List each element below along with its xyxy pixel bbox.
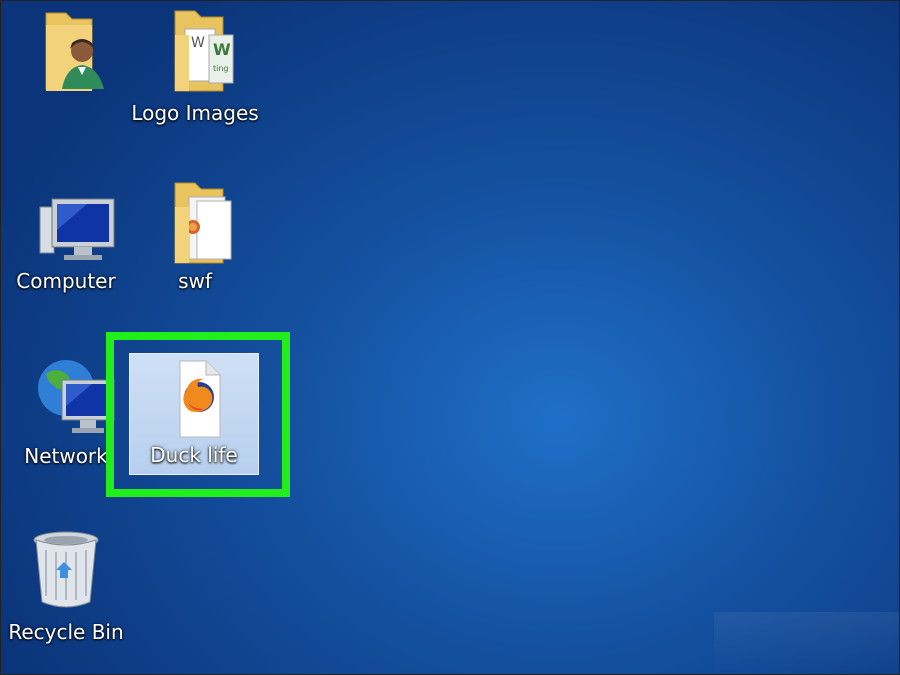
desktop-icon-swf[interactable]: swf (130, 179, 260, 293)
icon-label: Duck life (150, 443, 238, 467)
svg-text:ting: ting (213, 64, 229, 73)
computer-icon (39, 198, 115, 260)
firefox-file-icon (179, 360, 221, 438)
desktop-icon-recycle-bin[interactable]: Recycle Bin (1, 526, 131, 644)
icon-label: Computer (16, 269, 116, 293)
recycle-bin-icon (33, 531, 99, 608)
svg-text:W: W (213, 40, 231, 59)
desktop-icon-computer[interactable]: Computer (1, 193, 131, 293)
icon-label: Logo Images (131, 101, 259, 125)
desktop-icon-user-folder[interactable] (1, 5, 131, 101)
desktop-icon-logo-images[interactable]: W W ting Logo Images (130, 5, 260, 125)
folder-icon (174, 182, 232, 264)
desktop[interactable]: W W ting Logo Images Computer swf Networ… (0, 0, 900, 675)
folder-icon: W W ting (174, 10, 234, 92)
user-folder-icon (45, 12, 104, 91)
network-icon (38, 360, 115, 433)
icon-label: swf (178, 269, 212, 293)
desktop-icon-duck-life[interactable]: Duck life (129, 359, 259, 467)
svg-text:W: W (191, 35, 205, 51)
icon-label: Recycle Bin (8, 620, 124, 644)
